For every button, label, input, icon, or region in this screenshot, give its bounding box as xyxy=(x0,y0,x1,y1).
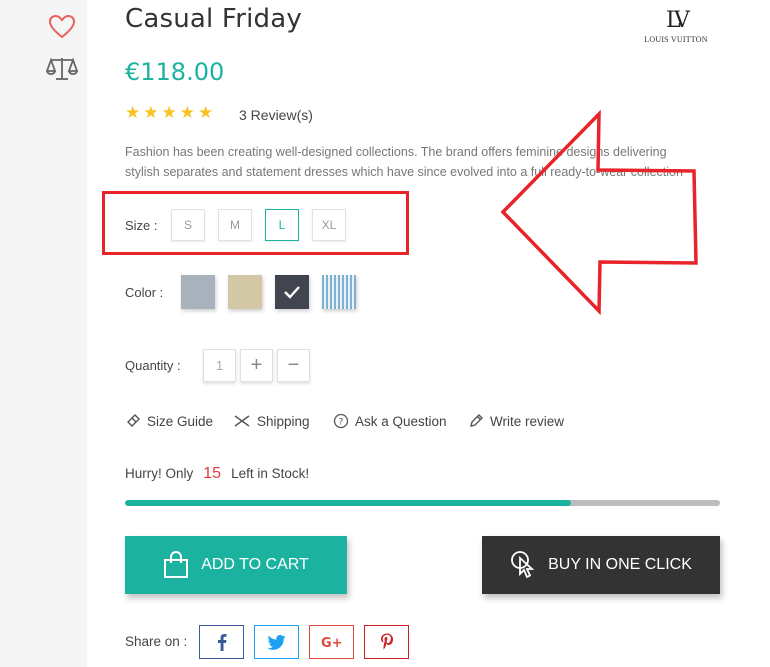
share-twitter-button[interactable] xyxy=(254,625,299,659)
share-facebook-button[interactable] xyxy=(199,625,244,659)
size-option-l[interactable]: L xyxy=(265,209,299,241)
description-line-1: Fashion has been creating well-designed … xyxy=(125,145,667,159)
product-price: €118.00 xyxy=(125,58,225,86)
brand-logo[interactable]: LV LOUIS VUITTON xyxy=(640,8,712,45)
shipping-icon xyxy=(234,415,250,427)
size-option-s[interactable]: S xyxy=(171,209,205,241)
annotation-arrow-icon xyxy=(500,110,698,315)
description-line-2: stylish separates and statement dresses … xyxy=(125,165,683,179)
size-option-xl[interactable]: XL xyxy=(312,209,346,241)
size-guide-icon xyxy=(127,414,140,427)
stock-notice: Hurry! Only 15 Left in Stock! xyxy=(125,465,309,483)
check-icon xyxy=(284,286,300,299)
ask-question-link[interactable]: ? Ask a Question xyxy=(333,413,447,429)
color-label: Color : xyxy=(125,285,164,300)
question-icon: ? xyxy=(333,413,349,429)
shipping-link[interactable]: Shipping xyxy=(233,413,310,429)
write-review-link[interactable]: Write review xyxy=(468,413,564,429)
facebook-icon xyxy=(217,634,226,651)
brand-monogram: LV xyxy=(666,8,690,33)
size-guide-link[interactable]: Size Guide xyxy=(125,413,213,429)
star-icon: ★ xyxy=(161,103,177,122)
shipping-label: Shipping xyxy=(257,413,310,429)
color-swatch-grey-blue[interactable] xyxy=(181,275,215,309)
twitter-icon xyxy=(267,634,285,650)
size-label: Size : xyxy=(125,218,158,233)
click-cursor-icon xyxy=(511,551,535,579)
star-icon: ★ xyxy=(179,103,195,122)
size-guide-label: Size Guide xyxy=(147,413,214,429)
google-plus-icon: G+ xyxy=(321,636,343,649)
quantity-input[interactable]: 1 xyxy=(203,349,236,382)
write-review-label: Write review xyxy=(490,413,565,429)
quantity-label: Quantity : xyxy=(125,358,181,373)
svg-text:?: ? xyxy=(339,418,344,428)
add-to-cart-button[interactable]: ADD TO CART xyxy=(125,536,347,594)
size-option-m[interactable]: M xyxy=(218,209,252,241)
star-icon: ★ xyxy=(125,103,141,122)
quantity-increase-button[interactable]: + xyxy=(240,349,273,382)
stock-progress-fill xyxy=(125,500,572,506)
pinterest-icon xyxy=(380,633,393,650)
add-to-cart-label: ADD TO CART xyxy=(201,556,309,573)
color-swatch-beige[interactable] xyxy=(228,275,262,309)
left-rail xyxy=(0,0,87,667)
color-swatch-striped-blue[interactable] xyxy=(322,275,356,309)
stock-suffix: Left in Stock! xyxy=(231,466,310,481)
wishlist-heart-icon[interactable] xyxy=(46,12,78,42)
quantity-decrease-button[interactable]: − xyxy=(277,349,310,382)
product-title: Casual Friday xyxy=(125,4,302,34)
brand-name: LOUIS VUITTON xyxy=(644,35,708,44)
shopping-bag-icon xyxy=(164,551,189,578)
color-swatch-charcoal-selected[interactable] xyxy=(275,275,309,309)
star-icon: ★ xyxy=(198,103,214,122)
stock-prefix: Hurry! Only xyxy=(125,466,194,481)
share-label: Share on : xyxy=(125,634,188,649)
stock-count: 15 xyxy=(203,465,222,482)
rating-stars: ★ ★ ★ ★ ★ xyxy=(125,104,213,122)
buy-in-one-click-label: BUY IN ONE CLICK xyxy=(548,556,692,573)
product-description: Fashion has been creating well-designed … xyxy=(125,142,725,182)
share-google-plus-button[interactable]: G+ xyxy=(309,625,354,659)
compare-scale-icon[interactable] xyxy=(46,54,78,84)
star-icon: ★ xyxy=(143,103,159,122)
buy-in-one-click-button[interactable]: BUY IN ONE CLICK xyxy=(482,536,720,594)
svg-text:G+: G+ xyxy=(321,636,343,649)
ask-question-label: Ask a Question xyxy=(355,413,447,429)
share-pinterest-button[interactable] xyxy=(364,625,409,659)
pencil-icon xyxy=(470,414,483,427)
reviews-link[interactable]: 3 Review(s) xyxy=(239,107,313,123)
stock-progress-bar xyxy=(125,500,720,506)
